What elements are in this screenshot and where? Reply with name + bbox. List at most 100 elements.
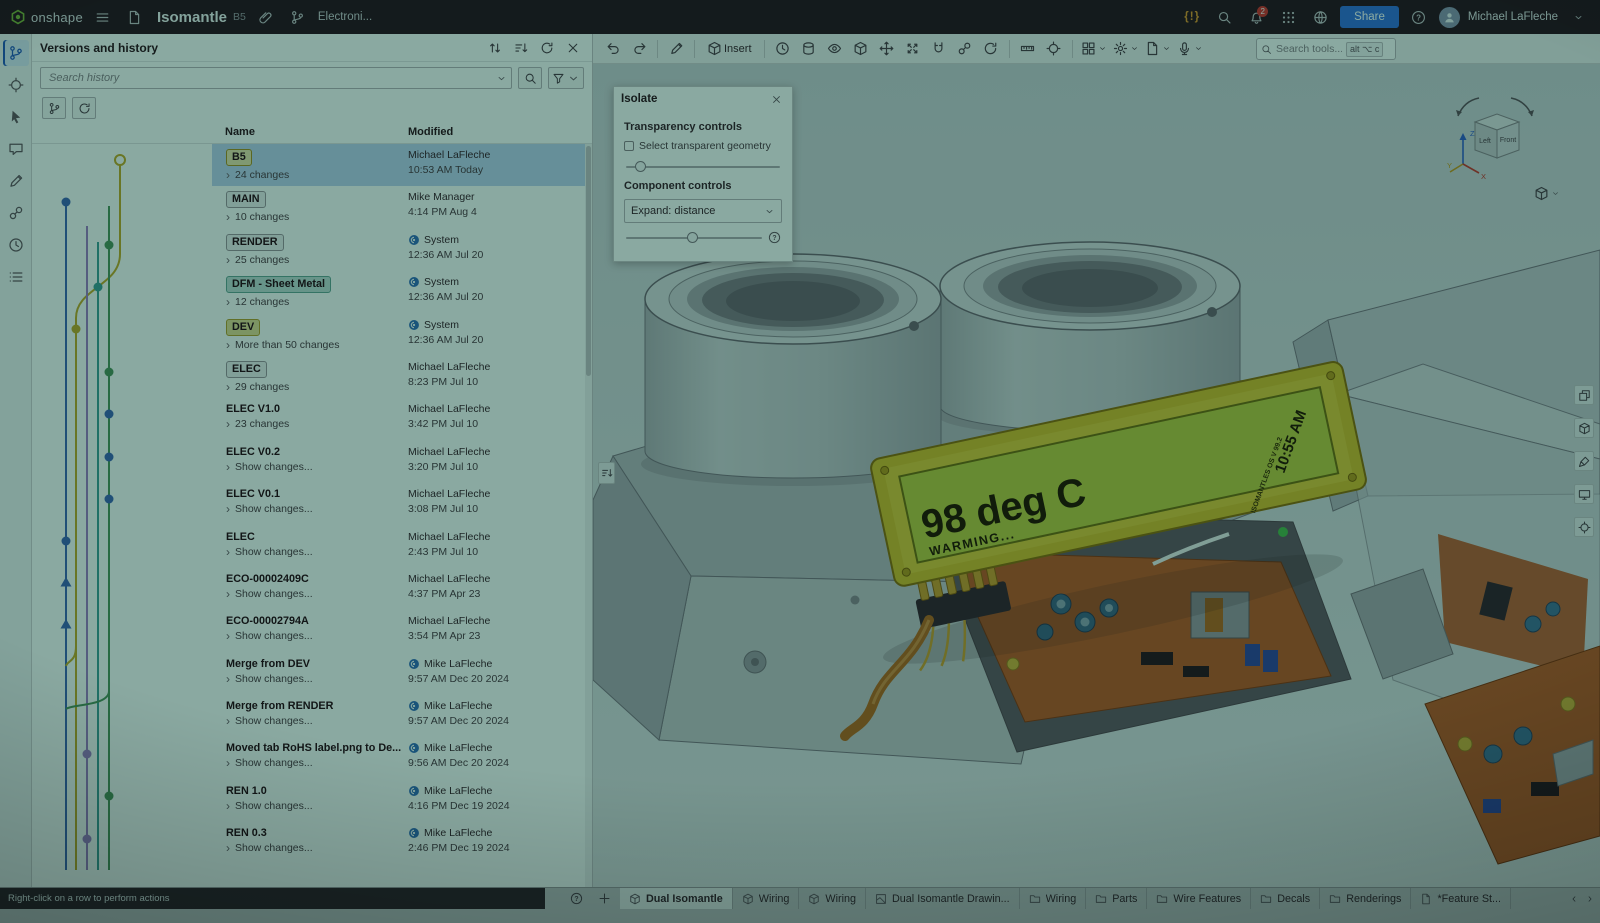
version-row[interactable]: B5 ›24 changes Michael LaFleche 10:53 AM… xyxy=(212,144,592,186)
undo-tool-button[interactable] xyxy=(601,37,625,61)
sortlines-button[interactable] xyxy=(510,37,532,59)
insert-button[interactable]: Insert xyxy=(701,37,758,61)
left-canister[interactable] xyxy=(645,254,941,478)
version-row[interactable]: ELEC V0.1 ›Show changes... Michael LaFle… xyxy=(212,483,592,525)
version-row[interactable]: ELEC ›29 changes Michael LaFleche 8:23 P… xyxy=(212,356,592,398)
version-row[interactable]: RENDER ›25 changes System 12:36 AM Jul 2… xyxy=(212,229,592,271)
redo-tool-button[interactable] xyxy=(627,37,651,61)
cube-tool-button[interactable] xyxy=(849,37,873,61)
eye-tool-button[interactable] xyxy=(823,37,847,61)
history-view-toggle[interactable] xyxy=(72,97,96,119)
expand-slider[interactable]: ? xyxy=(626,231,762,245)
linked-document-button[interactable] xyxy=(286,5,310,29)
version-row[interactable]: DEV ›More than 50 changes System 12:36 A… xyxy=(212,314,592,356)
history-search[interactable] xyxy=(40,67,512,89)
rail-crosshair-button[interactable] xyxy=(3,72,29,98)
column-modified[interactable]: Modified xyxy=(408,126,453,138)
move-tool-button[interactable] xyxy=(875,37,899,61)
explode-tool-button[interactable] xyxy=(901,37,925,61)
magnet-tool-button[interactable] xyxy=(927,37,951,61)
doc-tab[interactable]: Renderings xyxy=(1320,888,1411,909)
rail-versions-button[interactable] xyxy=(3,40,29,66)
version-row[interactable]: Merge from DEV ›Show changes... Mike LaF… xyxy=(212,653,592,695)
version-row[interactable]: ELEC V0.2 ›Show changes... Michael LaFle… xyxy=(212,441,592,483)
sortupdown-button[interactable] xyxy=(484,37,506,59)
checkbox[interactable] xyxy=(624,141,634,151)
scrollbar-thumb[interactable] xyxy=(586,146,591,376)
close-button[interactable] xyxy=(562,37,584,59)
version-row[interactable]: Moved tab RoHS label.png to De... ›Show … xyxy=(212,737,592,779)
help-button[interactable]: ? xyxy=(566,889,586,908)
expand-select[interactable]: Expand: distance xyxy=(624,199,782,223)
rail-pencil-button[interactable] xyxy=(3,168,29,194)
close-dialog-button[interactable] xyxy=(767,90,785,108)
history-search-input[interactable] xyxy=(49,72,496,84)
cube-face-front[interactable]: Front xyxy=(1500,137,1516,144)
doc-tab[interactable]: Wiring xyxy=(733,888,800,909)
linked-document-label[interactable]: Electroni... xyxy=(318,11,372,23)
doc-tab[interactable]: Wire Features xyxy=(1147,888,1251,909)
doc-tool-button[interactable] xyxy=(1143,37,1173,61)
refresh-button[interactable] xyxy=(536,37,558,59)
graph-view-toggle[interactable] xyxy=(42,97,66,119)
onshape-logo[interactable]: onshape xyxy=(10,9,83,25)
ruler-tool-button[interactable] xyxy=(1016,37,1040,61)
version-row[interactable]: ELEC V1.0 ›23 changes Michael LaFleche 3… xyxy=(212,398,592,440)
search-button[interactable] xyxy=(1212,5,1236,29)
brush-panel-button[interactable] xyxy=(1574,451,1594,471)
pencil-tool-button[interactable] xyxy=(664,37,688,61)
search-go-button[interactable] xyxy=(518,67,542,89)
view-cube[interactable]: Left Front Z Y X xyxy=(1445,92,1545,184)
attachment-button[interactable] xyxy=(254,5,278,29)
tool-search[interactable]: alt ⌥ c xyxy=(1256,38,1396,60)
doc-tab[interactable]: Dual Isomantle xyxy=(620,888,733,909)
version-row[interactable]: DFM - Sheet Metal ›12 changes System 12:… xyxy=(212,271,592,313)
user-name[interactable]: Michael LaFleche xyxy=(1468,11,1558,23)
grid-tool-button[interactable] xyxy=(1079,37,1109,61)
rail-link-button[interactable] xyxy=(3,200,29,226)
notifications-button[interactable]: 2 xyxy=(1244,5,1268,29)
version-row[interactable]: ECO-00002409C ›Show changes... Michael L… xyxy=(212,568,592,610)
rotate-tool-button[interactable] xyxy=(979,37,1003,61)
rail-cursor-button[interactable] xyxy=(3,104,29,130)
cube-face-left[interactable]: Left xyxy=(1479,138,1491,145)
view-options-button[interactable] xyxy=(1534,186,1560,201)
cube-panel-button[interactable] xyxy=(1574,418,1594,438)
version-row[interactable]: MAIN ›10 changes Mike Manager 4:14 PM Au… xyxy=(212,186,592,228)
graphics-viewport[interactable]: Insert alt ⌥ c xyxy=(593,34,1600,887)
version-row[interactable]: REN 0.3 ›Show changes... Mike LaFleche 2… xyxy=(212,822,592,864)
panel-scrollbar[interactable] xyxy=(585,144,592,887)
link-tool-button[interactable] xyxy=(953,37,977,61)
help-icon[interactable]: ? xyxy=(768,231,782,245)
doc-tab[interactable]: *Feature St... xyxy=(1411,888,1511,909)
crosshair-panel-button[interactable] xyxy=(1574,517,1594,537)
version-row[interactable]: ELEC ›Show changes... Michael LaFleche 2… xyxy=(212,526,592,568)
clock-tool-button[interactable] xyxy=(771,37,795,61)
doc-tab[interactable]: Dual Isomantle Drawin... xyxy=(866,888,1020,909)
tool-search-input[interactable] xyxy=(1276,43,1342,55)
rail-list-button[interactable] xyxy=(3,264,29,290)
transparency-slider[interactable] xyxy=(626,160,780,174)
share-button[interactable]: Share xyxy=(1340,6,1399,28)
gear-tool-button[interactable] xyxy=(1111,37,1141,61)
tabs-next-button[interactable] xyxy=(1582,888,1598,909)
cylinder-tool-button[interactable] xyxy=(797,37,821,61)
column-name[interactable]: Name xyxy=(225,126,255,138)
filter-button[interactable] xyxy=(548,67,584,89)
user-menu-caret[interactable] xyxy=(1566,5,1590,29)
doc-tab[interactable]: Parts xyxy=(1086,888,1147,909)
feedback-button[interactable]: {!} xyxy=(1180,5,1204,29)
chevron-down-icon[interactable] xyxy=(496,73,507,84)
doc-tab[interactable]: Wiring xyxy=(799,888,866,909)
apps-button[interactable] xyxy=(1276,5,1300,29)
add-tab-button[interactable] xyxy=(594,889,614,908)
tabs-prev-button[interactable] xyxy=(1566,888,1582,909)
avatar[interactable] xyxy=(1439,7,1460,28)
select-transparent-checkbox[interactable]: Select transparent geometry xyxy=(624,140,782,152)
slider-thumb[interactable] xyxy=(687,232,698,243)
community-button[interactable] xyxy=(1308,5,1332,29)
doc-tab[interactable]: Decals xyxy=(1251,888,1320,909)
slider-thumb[interactable] xyxy=(635,161,646,172)
help-menu-button[interactable]: ? xyxy=(1407,5,1431,29)
version-row[interactable]: ECO-00002794A ›Show changes... Michael L… xyxy=(212,610,592,652)
